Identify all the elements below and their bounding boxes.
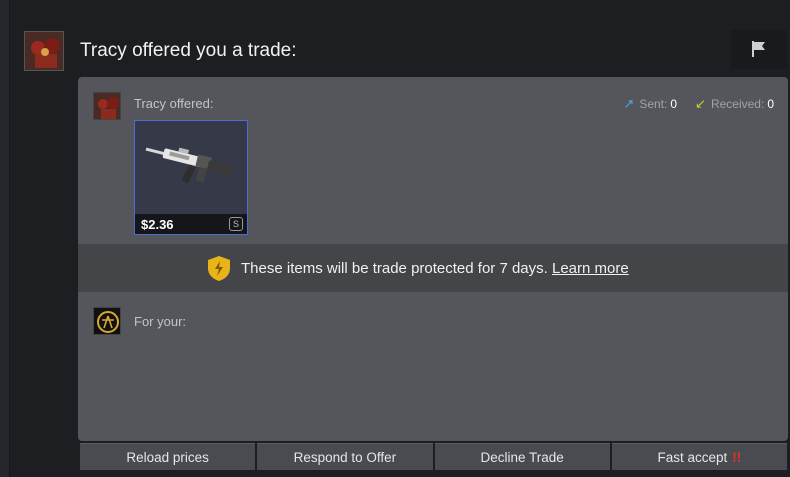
sent-arrow-icon: ↗ xyxy=(623,96,635,111)
offer-avatar xyxy=(93,92,121,120)
avatar[interactable] xyxy=(24,31,64,71)
action-bar: Reload prices Respond to Offer Decline T… xyxy=(80,443,787,470)
offered-label: Tracy offered: xyxy=(134,96,214,111)
received-count: 0 xyxy=(767,97,774,111)
fast-accept-button[interactable]: Fast accept!! xyxy=(611,443,787,470)
respond-to-offer-button[interactable]: Respond to Offer xyxy=(257,443,433,470)
fast-accept-label: Fast accept xyxy=(657,450,728,465)
item-price: $2.36 xyxy=(141,217,174,232)
your-avatar xyxy=(93,307,121,335)
sent-count: 0 xyxy=(670,97,678,111)
trade-protection-text: These items will be trade protected for … xyxy=(241,260,629,277)
trade-item[interactable]: $2.36 S xyxy=(134,120,248,235)
sent-received-counter: ↗ Sent: 0 ↙ Received: 0 xyxy=(623,96,774,112)
stattrak-badge-icon: S xyxy=(229,217,243,231)
page-title: Tracy offered you a trade: xyxy=(80,40,297,61)
received-arrow-icon: ↙ xyxy=(695,96,706,111)
left-edge-strip xyxy=(0,0,10,477)
received-label: Received: xyxy=(710,97,765,111)
sent-label: Sent: xyxy=(639,97,668,111)
reload-prices-button[interactable]: Reload prices xyxy=(80,443,256,470)
shield-icon xyxy=(207,255,231,287)
decline-trade-button[interactable]: Decline Trade xyxy=(434,443,610,470)
fast-accept-warning-icon: !! xyxy=(732,450,742,465)
trade-protection-message: These items will be trade protected for … xyxy=(241,260,548,277)
report-button[interactable] xyxy=(731,30,787,69)
item-price-bar: $2.36 S xyxy=(135,214,247,234)
learn-more-link[interactable]: Learn more xyxy=(552,260,629,277)
for-your-label: For your: xyxy=(134,314,187,329)
